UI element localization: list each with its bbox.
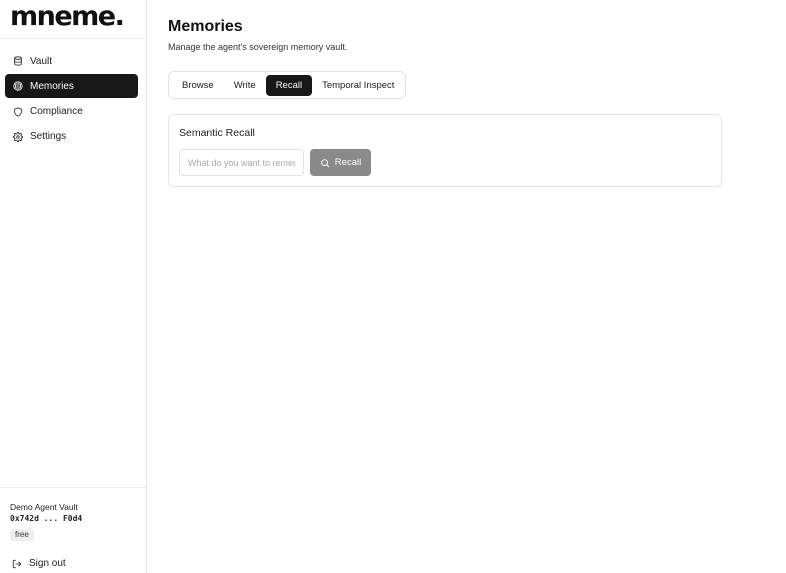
divider	[0, 487, 146, 488]
sidebar-item-label: Settings	[30, 131, 67, 143]
recall-query-input[interactable]	[179, 149, 304, 176]
database-icon	[14, 56, 22, 66]
shield-icon	[14, 107, 22, 117]
card-title: Semantic Recall	[179, 127, 255, 139]
memory-tabs: Browse Write Recall Temporal Inspect	[168, 71, 406, 99]
sidebar: mneme. Vault Memories Compliance Setting…	[0, 0, 147, 573]
search-icon	[321, 158, 330, 167]
plan-badge: free	[10, 529, 34, 541]
page-subtitle: Manage the agent's sovereign memory vaul…	[168, 42, 348, 52]
gear-icon	[13, 131, 23, 142]
sidebar-item-memories[interactable]: Memories	[5, 74, 138, 99]
semantic-recall-card: Semantic Recall Recall	[168, 114, 722, 187]
sidebar-item-settings[interactable]: Settings	[5, 125, 138, 149]
recall-button[interactable]: Recall	[310, 149, 371, 176]
sidebar-nav: Vault Memories Compliance Settings	[5, 49, 138, 150]
sidebar-item-label: Memories	[30, 80, 74, 92]
tab-recall[interactable]: Recall	[265, 74, 313, 96]
tab-write[interactable]: Write	[224, 75, 266, 96]
logout-icon	[12, 559, 22, 568]
sidebar-item-label: Compliance	[30, 106, 83, 118]
app-logo[interactable]: mneme.	[10, 1, 125, 32]
tab-temporal-inspect[interactable]: Temporal Inspect	[312, 75, 404, 96]
sidebar-item-vault[interactable]: Vault	[5, 49, 138, 73]
brain-icon	[13, 81, 23, 91]
vault-name: Demo Agent Vault	[10, 502, 78, 512]
sidebar-item-label: Vault	[30, 55, 53, 67]
sign-out-label: Sign out	[29, 558, 66, 569]
sidebar-item-compliance[interactable]: Compliance	[5, 100, 138, 124]
page-title: Memories	[168, 18, 243, 35]
tab-browse[interactable]: Browse	[172, 75, 224, 96]
sign-out-button[interactable]: Sign out	[12, 558, 66, 569]
divider	[0, 38, 146, 39]
vault-address: 0x742d ... F0d4	[10, 514, 83, 523]
recall-button-label: Recall	[334, 157, 362, 168]
